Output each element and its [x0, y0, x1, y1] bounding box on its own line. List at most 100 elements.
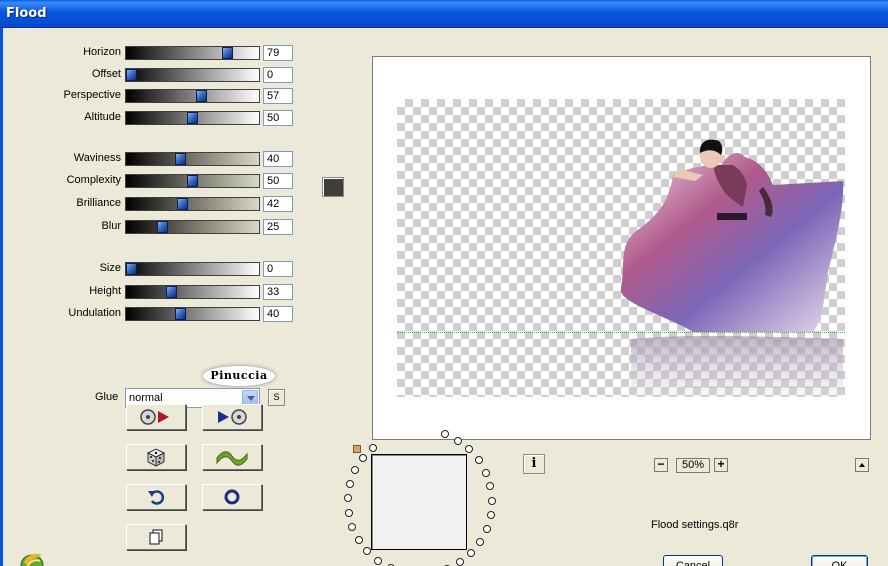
row-horizon: Horizon: [3, 44, 121, 62]
undulation-label: Undulation: [68, 307, 121, 319]
dial-dot[interactable]: [474, 456, 483, 465]
glue-select-value: normal: [129, 392, 163, 404]
dial-dot[interactable]: [476, 537, 485, 546]
offset-slider[interactable]: [125, 68, 260, 82]
brilliance-value[interactable]: 42: [263, 196, 293, 212]
height-value[interactable]: 33: [263, 284, 293, 300]
reset-button[interactable]: [202, 484, 262, 510]
zoom-in-button[interactable]: +: [714, 458, 728, 472]
load-preset-icon: [140, 409, 169, 425]
load-preset-button[interactable]: [126, 404, 186, 430]
horizon-slider[interactable]: [125, 46, 260, 60]
origin-marker[interactable]: [353, 445, 361, 453]
complexity-slider[interactable]: [125, 174, 260, 188]
height-slider[interactable]: [125, 285, 260, 299]
horizon-line[interactable]: [397, 332, 845, 333]
size-value[interactable]: 0: [263, 261, 293, 277]
glue-label: Glue: [95, 391, 119, 403]
dial-dot[interactable]: [374, 556, 383, 565]
perspective-slider-thumb[interactable]: [196, 90, 207, 102]
copy-button[interactable]: [126, 524, 186, 550]
dial-dot[interactable]: [354, 535, 363, 544]
random-button[interactable]: [126, 444, 186, 470]
dial-dot[interactable]: [487, 496, 496, 505]
dial-dot[interactable]: [351, 466, 360, 475]
altitude-slider-thumb[interactable]: [187, 112, 198, 124]
row-blur: Blur: [3, 218, 121, 236]
main-preview[interactable]: [372, 56, 871, 440]
size-slider[interactable]: [125, 262, 260, 276]
random-dice-icon: [146, 448, 166, 467]
undulation-slider-thumb[interactable]: [175, 308, 186, 320]
copy-icon: [149, 529, 163, 545]
perspective-slider[interactable]: [125, 89, 260, 103]
dial-dot[interactable]: [481, 468, 490, 477]
dial-dot[interactable]: [486, 511, 495, 520]
blur-value[interactable]: 25: [263, 219, 293, 235]
title-bar[interactable]: Flood: [0, 0, 888, 28]
dial-dot[interactable]: [363, 547, 372, 556]
row-perspective: Perspective: [3, 87, 121, 105]
dialog-client: Horizon 79 Offset 0 Perspective 57 Altit…: [0, 28, 888, 566]
mini-preview[interactable]: [371, 454, 467, 550]
settings-filename: Flood settings.q8r: [651, 519, 739, 531]
complexity-slider-thumb[interactable]: [187, 175, 198, 187]
row-height: Height: [3, 283, 121, 301]
size-slider-thumb[interactable]: [126, 263, 137, 275]
save-preset-button[interactable]: [202, 404, 262, 430]
horizon-slider-thumb[interactable]: [222, 47, 233, 59]
row-undulation: Undulation: [3, 305, 121, 323]
offset-slider-thumb[interactable]: [126, 69, 137, 81]
dial-dot[interactable]: [440, 430, 449, 439]
waviness-slider[interactable]: [125, 152, 260, 166]
dial-dot[interactable]: [455, 558, 464, 566]
undulation-value[interactable]: 40: [263, 306, 293, 322]
dial-dot[interactable]: [344, 508, 353, 517]
dial-dot[interactable]: [344, 494, 353, 503]
horizon-value[interactable]: 79: [263, 45, 293, 61]
brilliance-slider[interactable]: [125, 197, 260, 211]
altitude-slider[interactable]: [125, 111, 260, 125]
dancer-image: [620, 139, 844, 397]
reset-icon: [224, 489, 240, 505]
row-altitude: Altitude: [3, 109, 121, 127]
zoom-out-button[interactable]: −: [654, 458, 668, 472]
collapse-icon[interactable]: [855, 458, 869, 472]
dial-dot[interactable]: [453, 436, 462, 445]
dial-dot[interactable]: [358, 454, 367, 463]
altitude-value[interactable]: 50: [263, 110, 293, 126]
filter-logo-icon: [20, 553, 44, 566]
complexity-label: Complexity: [66, 174, 121, 186]
dial-dot[interactable]: [466, 548, 475, 557]
dial-dot[interactable]: [346, 479, 355, 488]
offset-value[interactable]: 0: [263, 67, 293, 83]
cancel-button[interactable]: Cancel: [663, 555, 723, 566]
color-swatch[interactable]: [322, 177, 344, 197]
wave-button[interactable]: [202, 444, 262, 470]
dial-dot[interactable]: [368, 443, 377, 452]
height-slider-thumb[interactable]: [166, 286, 177, 298]
info-button[interactable]: i: [523, 454, 545, 474]
undulation-slider[interactable]: [125, 307, 260, 321]
glue-s-button[interactable]: S: [268, 389, 285, 406]
horizon-label: Horizon: [83, 46, 121, 58]
dial-dot[interactable]: [465, 445, 474, 454]
zoom-level: 50%: [676, 458, 710, 473]
waviness-label: Waviness: [73, 152, 121, 164]
wave-icon: [216, 451, 248, 466]
blur-slider[interactable]: [125, 220, 260, 234]
dial-dot[interactable]: [486, 482, 495, 491]
brilliance-label: Brilliance: [76, 197, 121, 209]
undo-button[interactable]: [126, 484, 186, 510]
waviness-slider-thumb[interactable]: [175, 153, 186, 165]
dial-dot[interactable]: [348, 522, 357, 531]
complexity-value[interactable]: 50: [263, 173, 293, 189]
ok-button[interactable]: OK: [811, 555, 868, 566]
brilliance-slider-thumb[interactable]: [177, 198, 188, 210]
waviness-value[interactable]: 40: [263, 151, 293, 167]
row-complexity: Complexity: [3, 172, 121, 190]
blur-slider-thumb[interactable]: [157, 221, 168, 233]
offset-label: Offset: [91, 68, 121, 80]
dial-dot[interactable]: [482, 524, 491, 533]
perspective-value[interactable]: 57: [263, 88, 293, 104]
